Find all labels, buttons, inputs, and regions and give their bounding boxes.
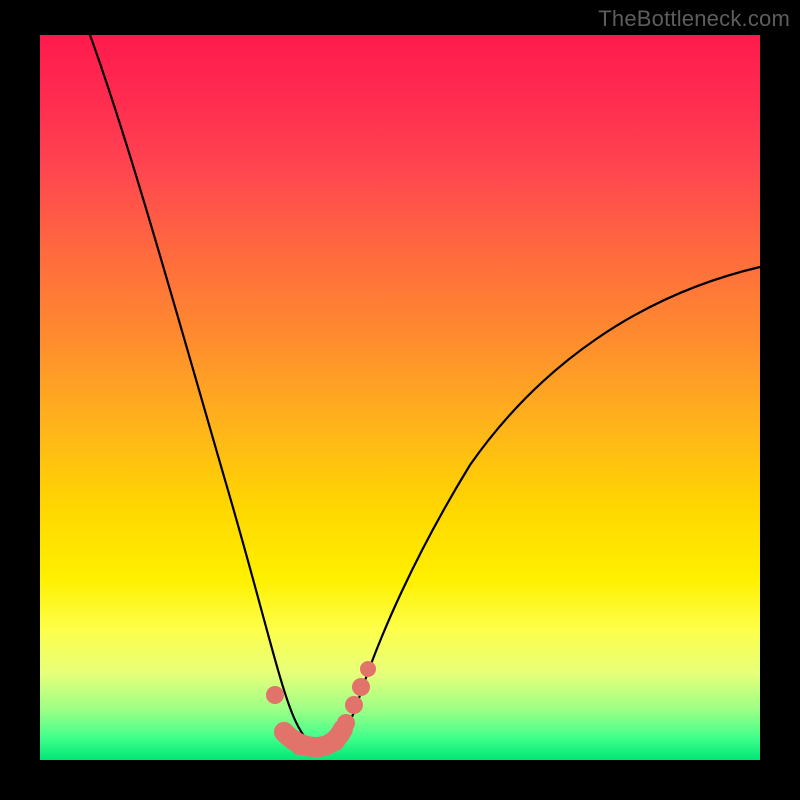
bottleneck-curve [90,35,760,748]
data-marker [290,735,310,755]
data-marker [274,722,294,742]
data-marker [308,737,328,757]
watermark-text: TheBottleneck.com [598,6,790,32]
bottleneck-curve-svg [40,35,760,760]
data-marker [352,678,370,696]
data-marker [325,731,345,751]
data-marker [337,714,355,732]
data-marker [266,686,284,704]
chart-frame: TheBottleneck.com [0,0,800,800]
data-marker [345,696,363,714]
data-marker [360,661,376,677]
